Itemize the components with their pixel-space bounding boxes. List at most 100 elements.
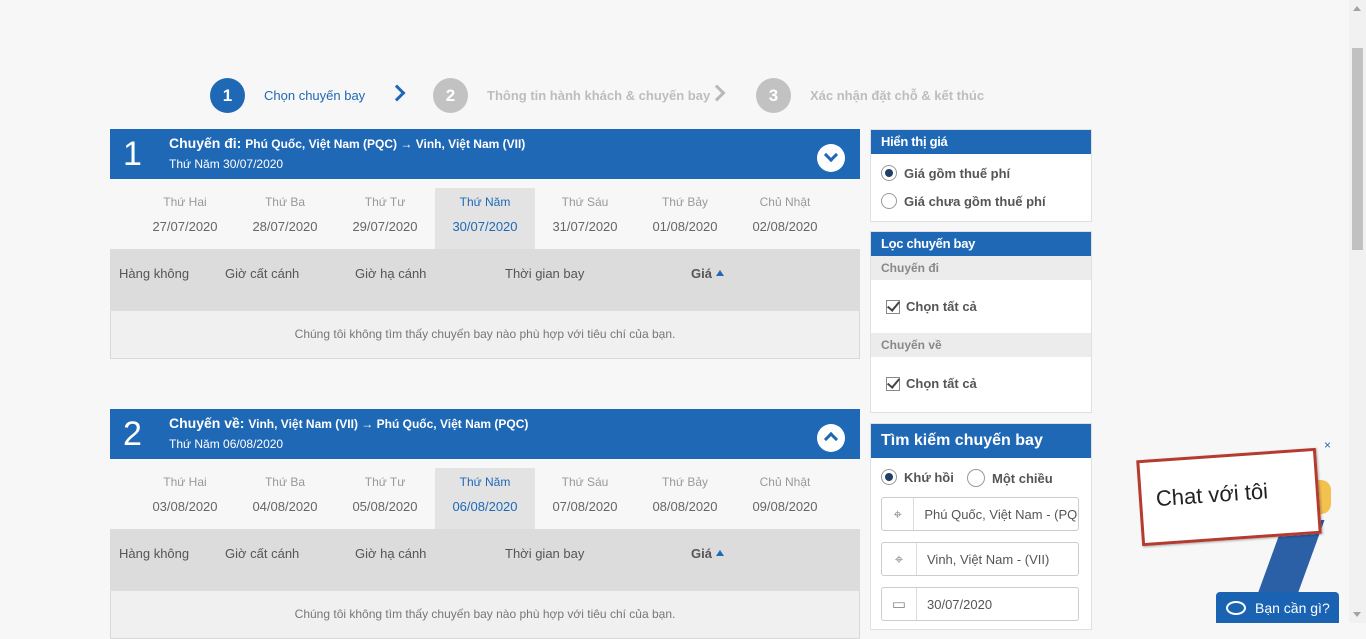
chevron-right-icon [388, 84, 406, 102]
date-option[interactable]: Thứ Bảy 01/08/2020 [635, 188, 735, 249]
radio-unselected-icon[interactable] [967, 469, 985, 487]
date-option[interactable]: Thứ Sáu 31/07/2020 [535, 188, 635, 249]
day-name: Chủ Nhật [759, 195, 811, 209]
step-passenger-info[interactable]: 2 Thông tin hành khách & chuyến bay [433, 78, 710, 113]
col-airline[interactable]: Hàng không [119, 266, 189, 281]
day-name: Thứ Hai [163, 475, 207, 489]
depart-date-value[interactable]: 30/07/2020 [917, 597, 992, 612]
leg-title: Chuyến đi: Phú Quốc, Việt Nam (PQC) → Vi… [169, 135, 525, 151]
checkbox-checked-icon[interactable] [886, 376, 900, 391]
origin-field[interactable]: ⌖ Phú Quốc, Việt Nam - (PQC) [881, 497, 1079, 531]
date-selector: Thứ Hai 27/07/2020 Thứ Ba 28/07/2020 Thứ Tư 2… [110, 179, 860, 249]
day-date: 30/07/2020 [452, 219, 518, 234]
date-option[interactable]: Thứ Hai 27/07/2020 [135, 188, 235, 249]
checkbox-inbound-select-all[interactable]: Chọn tất cả [871, 357, 1091, 410]
date-option[interactable]: Thứ Ba 04/08/2020 [235, 468, 335, 529]
day-date: 07/08/2020 [552, 499, 618, 514]
date-option[interactable]: Thứ Tư 05/08/2020 [335, 468, 435, 529]
leg-date: Thứ Năm 06/08/2020 [169, 437, 284, 451]
flight-filter-box: Lọc chuyến bay Chuyến đi Chọn tất cả Chu… [870, 231, 1092, 413]
sort-up-icon[interactable] [716, 270, 724, 276]
radio-label: Giá gồm thuế phí [904, 165, 1011, 181]
col-duration[interactable]: Thời gian bay [505, 266, 584, 281]
location-pin-icon: ⌖ [882, 498, 915, 530]
day-date: 02/08/2020 [752, 219, 818, 234]
radio-price-excl-tax[interactable]: Giá chưa gồm thuế phí [881, 193, 1046, 209]
day-date: 31/07/2020 [552, 219, 618, 234]
page-scrollbar[interactable] [1349, 0, 1366, 623]
day-date: 03/08/2020 [152, 499, 218, 514]
col-arrive-time[interactable]: Giờ hạ cánh [355, 266, 426, 281]
step-label: Thông tin hành khách & chuyến bay [487, 88, 711, 103]
step-select-flight[interactable]: 1 Chọn chuyến bay [210, 78, 365, 113]
chat-button-label: Bạn cần gì? [1255, 599, 1330, 616]
day-date: 29/07/2020 [352, 219, 418, 234]
day-date: 06/08/2020 [452, 499, 518, 514]
col-price[interactable]: Giá [691, 266, 712, 281]
col-price[interactable]: Giá [691, 546, 712, 561]
day-name: Thứ Ba [264, 195, 306, 209]
day-name: Chủ Nhật [759, 475, 811, 489]
radio-selected-icon[interactable] [881, 469, 897, 485]
day-name: Thứ Sáu [561, 475, 609, 489]
radio-label: Khứ hồi [904, 469, 954, 485]
step-label: Xác nhận đặt chỗ & kết thúc [810, 88, 985, 103]
date-option[interactable]: Thứ Năm 30/07/2020 [435, 188, 535, 249]
outbound-header: 1 Chuyến đi: Phú Quốc, Việt Nam (PQC) → … [110, 129, 860, 179]
day-name: Thứ Bảy [661, 195, 709, 209]
leg-title: Chuyến về: Vinh, Việt Nam (VII) → Phú Qu… [169, 415, 528, 431]
inbound-flight-panel: 2 Chuyến về: Vinh, Việt Nam (VII) → Phú … [110, 409, 860, 639]
day-date: 05/08/2020 [352, 499, 418, 514]
leg-prefix: Chuyến đi: [169, 135, 242, 151]
leg-route: Phú Quốc, Việt Nam (PQC) → Vinh, Việt Na… [245, 137, 526, 151]
results-header: Hàng không Giờ cất cánh Giờ hạ cánh Thời… [110, 249, 860, 311]
filter-outbound-label: Chuyến đi [871, 256, 1091, 280]
date-option[interactable]: Thứ Tư 29/07/2020 [335, 188, 435, 249]
no-results-message: Chúng tôi không tìm thấy chuyến bay nào … [110, 591, 860, 639]
radio-price-incl-tax[interactable]: Giá gồm thuế phí [881, 165, 1010, 181]
radio-one-way[interactable]: Một chiều [967, 469, 1053, 487]
radio-selected-icon[interactable] [881, 165, 897, 181]
sort-up-icon[interactable] [716, 550, 724, 556]
col-depart-time[interactable]: Giờ cất cánh [225, 266, 299, 281]
checkbox-label: Chọn tất cả [906, 299, 977, 314]
results-header: Hàng không Giờ cất cánh Giờ hạ cánh Thời… [110, 529, 860, 591]
scrollbar-thumb[interactable] [1352, 48, 1363, 250]
date-option[interactable]: Chủ Nhật 09/08/2020 [735, 468, 835, 529]
col-airline[interactable]: Hàng không [119, 546, 189, 561]
chat-open-button[interactable]: Bạn cần gì? [1216, 592, 1339, 623]
date-option[interactable]: Thứ Hai 03/08/2020 [135, 468, 235, 529]
leg-prefix: Chuyến về: [169, 415, 245, 431]
col-arrive-time[interactable]: Giờ hạ cánh [355, 546, 426, 561]
day-name: Thứ Ba [264, 475, 306, 489]
date-selector: Thứ Hai 03/08/2020 Thứ Ba 04/08/2020 Thứ Tư 0… [110, 459, 860, 529]
collapse-toggle-button[interactable] [817, 424, 845, 452]
col-depart-time[interactable]: Giờ cất cánh [225, 546, 299, 561]
scroll-up-arrow-icon[interactable] [1353, 6, 1361, 11]
date-option[interactable]: Thứ Ba 28/07/2020 [235, 188, 335, 249]
origin-value[interactable]: Phú Quốc, Việt Nam - (PQC) [914, 507, 1078, 522]
chat-sign[interactable]: Chat với tôi [1136, 447, 1322, 547]
date-option[interactable]: Chủ Nhật 02/08/2020 [735, 188, 835, 249]
date-option[interactable]: Thứ Sáu 07/08/2020 [535, 468, 635, 529]
col-duration[interactable]: Thời gian bay [505, 546, 584, 561]
day-name: Thứ Bảy [661, 475, 709, 489]
radio-unselected-icon[interactable] [881, 193, 897, 209]
checkbox-outbound-select-all[interactable]: Chọn tất cả [871, 280, 1091, 333]
depart-date-field[interactable]: ▭ 30/07/2020 [881, 587, 1079, 621]
step-number: 1 [210, 78, 245, 113]
date-option[interactable]: Thứ Năm 06/08/2020 [435, 468, 535, 529]
step-confirm[interactable]: 3 Xác nhận đặt chỗ & kết thúc [756, 78, 984, 113]
radio-round-trip[interactable]: Khứ hồi [881, 469, 954, 485]
collapse-toggle-button[interactable] [817, 144, 845, 172]
chat-close-icon[interactable]: × [1324, 438, 1331, 452]
checkbox-checked-icon[interactable] [886, 299, 900, 314]
outbound-flight-panel: 1 Chuyến đi: Phú Quốc, Việt Nam (PQC) → … [110, 129, 860, 359]
scroll-down-arrow-icon[interactable] [1353, 612, 1361, 617]
destination-value[interactable]: Vinh, Việt Nam - (VII) [917, 552, 1049, 567]
radio-label: Một chiều [992, 470, 1053, 486]
calendar-icon: ▭ [882, 588, 917, 620]
destination-field[interactable]: ⌖ Vinh, Việt Nam - (VII) [881, 542, 1079, 576]
step-number: 3 [756, 78, 791, 113]
date-option[interactable]: Thứ Bảy 08/08/2020 [635, 468, 735, 529]
